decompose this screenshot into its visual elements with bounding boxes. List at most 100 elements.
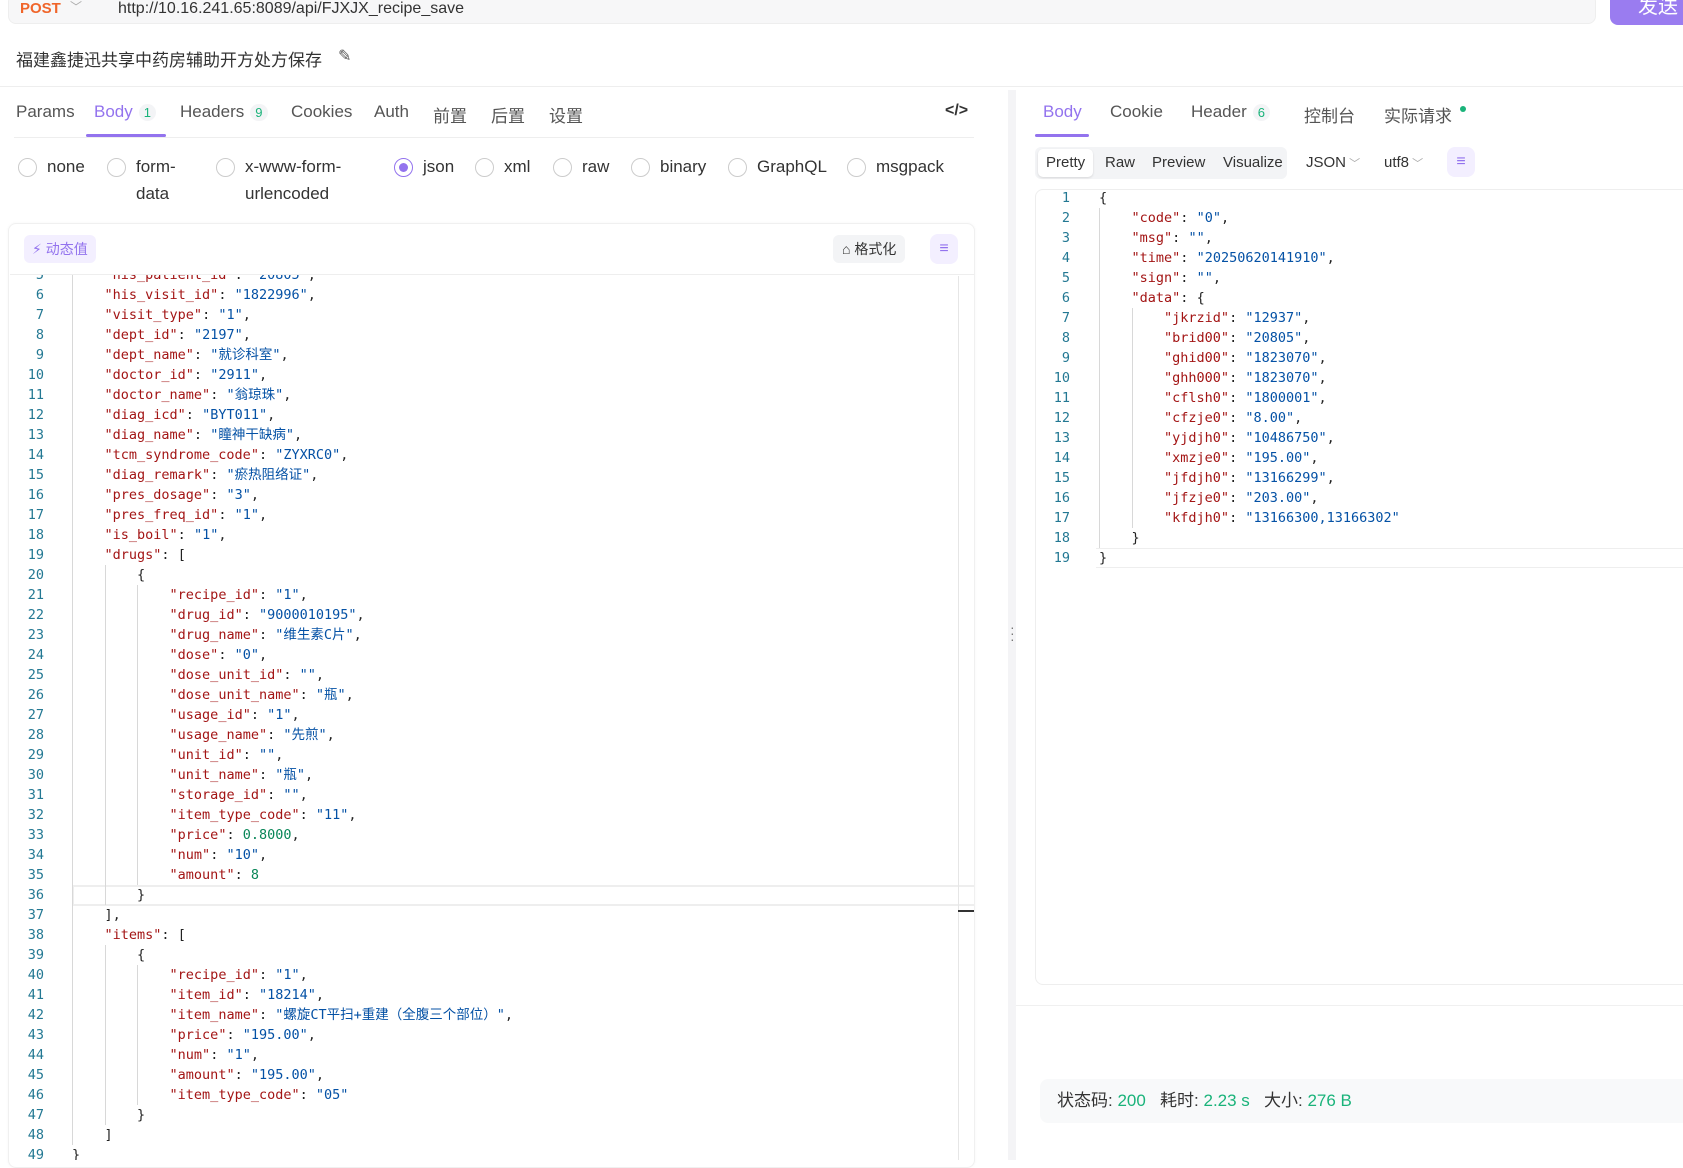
indent-guide	[137, 625, 139, 645]
request-code[interactable]: 5 "his_patient_id": "20805", 6 "his_visit…	[10, 274, 974, 1160]
radio-GraphQL[interactable]: GraphQL	[728, 157, 827, 180]
view-preview[interactable]: Preview	[1152, 152, 1205, 174]
tab-label: Cookie	[1110, 102, 1163, 121]
punct	[72, 427, 105, 443]
punct	[267, 1007, 275, 1023]
indent-guide	[1099, 248, 1100, 268]
drag-handle-icon[interactable]: · · ·	[1010, 620, 1015, 646]
radio-circle[interactable]	[847, 158, 866, 177]
punct	[72, 707, 170, 723]
line-number: 4	[1061, 250, 1070, 266]
json-string: "1"	[226, 1047, 251, 1063]
response-code[interactable]: 1 {2 "code": "0", 3 "msg": "", 4 "time": "2…	[1036, 189, 1683, 569]
wrap-lines-icon[interactable]: ≡	[1447, 147, 1475, 177]
punct: :	[177, 327, 186, 343]
line-number: 32	[27, 807, 44, 823]
scrollbar-thumb[interactable]	[958, 910, 974, 912]
code-line: "cflsh0": "1800001",	[1099, 388, 1327, 408]
line-number: 12	[1053, 410, 1070, 426]
edit-icon[interactable]: ✎	[338, 46, 351, 66]
indent-guide	[104, 1065, 106, 1085]
format-select[interactable]: JSON ﹀	[1306, 152, 1360, 175]
radio-form-data[interactable]: form- data	[107, 157, 176, 207]
radio-json[interactable]: json	[394, 157, 454, 180]
code-line: "diag_name": "瞳神干缺病",	[72, 425, 303, 445]
indent-guide	[104, 885, 106, 905]
format-button[interactable]: ⌂ 格式化	[833, 235, 906, 263]
line-number: 18	[27, 527, 44, 543]
encoding-select[interactable]: utf8 ﹀	[1384, 152, 1423, 175]
view-raw[interactable]: Raw	[1105, 152, 1135, 174]
tab-后置[interactable]: 后置	[491, 102, 525, 127]
indent-guide	[137, 585, 139, 605]
code-icon[interactable]: </>	[945, 102, 968, 120]
tab-设置[interactable]: 设置	[549, 102, 583, 127]
radio-msgpack[interactable]: msgpack	[847, 157, 944, 180]
tab-params[interactable]: Params	[16, 102, 75, 122]
code-line: "pres_freq_id": "1",	[72, 505, 268, 525]
radio-circle[interactable]	[216, 158, 235, 177]
punct: {	[72, 947, 146, 963]
tab-cookies[interactable]: Cookies	[291, 102, 352, 122]
radio-xml[interactable]: xml	[475, 157, 530, 180]
encoding-value: utf8	[1384, 154, 1410, 171]
send-button[interactable]: 发送	[1610, 0, 1683, 25]
method-select[interactable]: POST	[20, 0, 61, 18]
punct: }	[1099, 550, 1108, 566]
radio-raw[interactable]: raw	[553, 157, 609, 180]
tab-headers[interactable]: Headers 9	[180, 102, 268, 122]
tab-auth[interactable]: Auth	[374, 102, 409, 122]
radio-circle[interactable]	[728, 158, 747, 177]
url-input[interactable]: http://10.16.241.65:8089/api/FJXJX_recip…	[118, 0, 464, 19]
wrap-lines-icon[interactable]: ≡	[930, 234, 958, 264]
indent-guide	[104, 965, 106, 985]
resp-tab-3[interactable]: 控制台	[1304, 102, 1355, 127]
line-number: 33	[27, 827, 44, 843]
radio-circle[interactable]	[475, 158, 494, 177]
radio-circle[interactable]	[107, 158, 126, 177]
dynamic-value-button[interactable]: ⚡︎ 动态值	[24, 235, 96, 263]
punct: :	[193, 367, 203, 383]
radio-binary[interactable]: binary	[631, 157, 706, 180]
json-string: "BYT011"	[202, 407, 268, 423]
chevron-down-icon[interactable]: ﹀	[70, 0, 82, 15]
punct	[1188, 250, 1196, 266]
json-string: "先煎"	[283, 727, 327, 743]
punct	[72, 447, 105, 463]
json-string: "1"	[234, 507, 259, 523]
line-number: 13	[27, 427, 44, 443]
punct: :	[258, 967, 268, 983]
json-key: "brid00"	[1164, 330, 1230, 346]
radio-x-www-form-urlencoded[interactable]: x-www-form- urlencoded	[216, 157, 341, 207]
punct	[72, 1007, 170, 1023]
punct: ,	[258, 847, 268, 863]
indent-guide	[137, 825, 139, 845]
indent-guide	[137, 785, 139, 805]
resp-tab-2[interactable]: Header 6	[1191, 102, 1270, 122]
punct: :	[242, 987, 251, 1003]
line-number: 16	[27, 487, 44, 503]
indent-guide	[104, 725, 106, 745]
punct: :	[1229, 410, 1238, 426]
resp-tab-0[interactable]: Body	[1043, 102, 1082, 122]
radio-label: none	[47, 157, 85, 176]
code-line: }	[72, 885, 145, 905]
resp-tab-1[interactable]: Cookie	[1110, 102, 1163, 122]
json-string: "1800001"	[1245, 390, 1319, 406]
radio-none[interactable]: none	[18, 157, 85, 180]
json-key: "item_type_code"	[169, 807, 300, 823]
scrollbar[interactable]	[958, 276, 959, 1160]
radio-circle[interactable]	[553, 158, 572, 177]
radio-circle[interactable]	[631, 158, 650, 177]
punct	[72, 787, 170, 803]
tab-body[interactable]: Body 1	[94, 102, 156, 122]
json-key: "pres_freq_id"	[104, 507, 219, 523]
punct: ,	[250, 487, 259, 503]
radio-circle[interactable]	[394, 158, 413, 177]
tab-前置[interactable]: 前置	[433, 102, 467, 127]
radio-circle[interactable]	[18, 158, 37, 177]
resp-tab-4[interactable]: 实际请求	[1384, 102, 1466, 127]
view-visualize[interactable]: Visualize	[1223, 152, 1283, 174]
code-line: "code": "0",	[1099, 208, 1230, 228]
view-pretty[interactable]: Pretty	[1046, 152, 1085, 174]
